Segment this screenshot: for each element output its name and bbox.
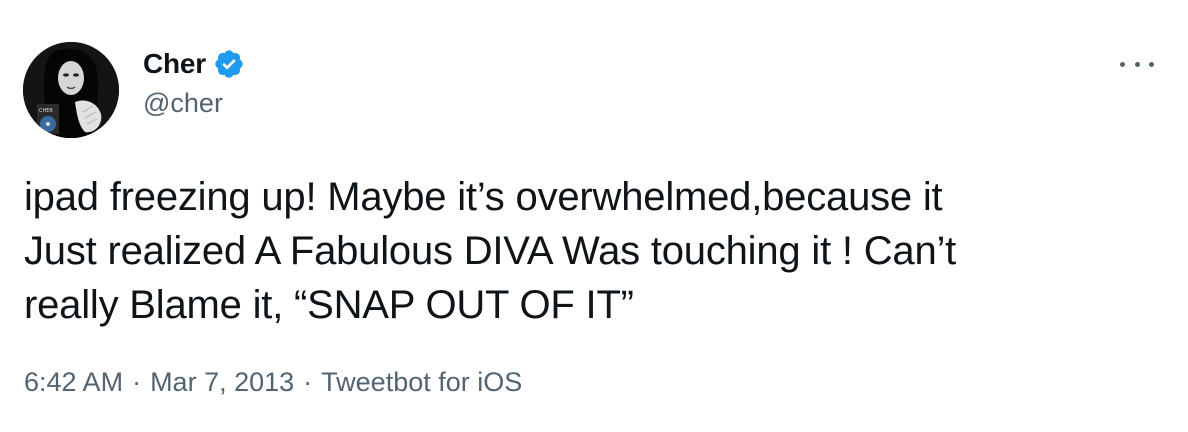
tweet-metadata: 6:42 AM · Mar 7, 2013 · Tweetbot for iOS — [24, 367, 522, 398]
tweet-source[interactable]: Tweetbot for iOS — [321, 367, 522, 398]
svg-text:CHER: CHER — [39, 108, 53, 114]
meta-separator: · — [303, 367, 313, 397]
avatar[interactable]: CHER — [23, 42, 119, 138]
tweet-card: CHER Cher @cher ipad freezing up! Maybe … — [0, 0, 1188, 432]
tweet-text: ipad freezing up! Maybe it’s overwhelmed… — [24, 170, 1154, 332]
author-name-row: Cher — [143, 46, 245, 82]
more-options-icon[interactable] — [1120, 52, 1154, 76]
tweet-text-line: Just realized A Fabulous DIVA Was touchi… — [24, 229, 957, 273]
author-handle[interactable]: @cher — [143, 88, 223, 119]
tweet-time[interactable]: 6:42 AM — [24, 367, 123, 398]
tweet-date[interactable]: Mar 7, 2013 — [150, 367, 294, 398]
tweet-text-line: ipad freezing up! Maybe it’s overwhelmed… — [24, 175, 943, 219]
meta-separator: · — [132, 367, 142, 397]
author-display-name[interactable]: Cher — [143, 48, 206, 80]
avatar-photo: CHER — [23, 42, 119, 138]
verified-badge-icon — [213, 48, 245, 80]
tweet-text-line: really Blame it, “SNAP OUT OF IT” — [24, 283, 634, 327]
